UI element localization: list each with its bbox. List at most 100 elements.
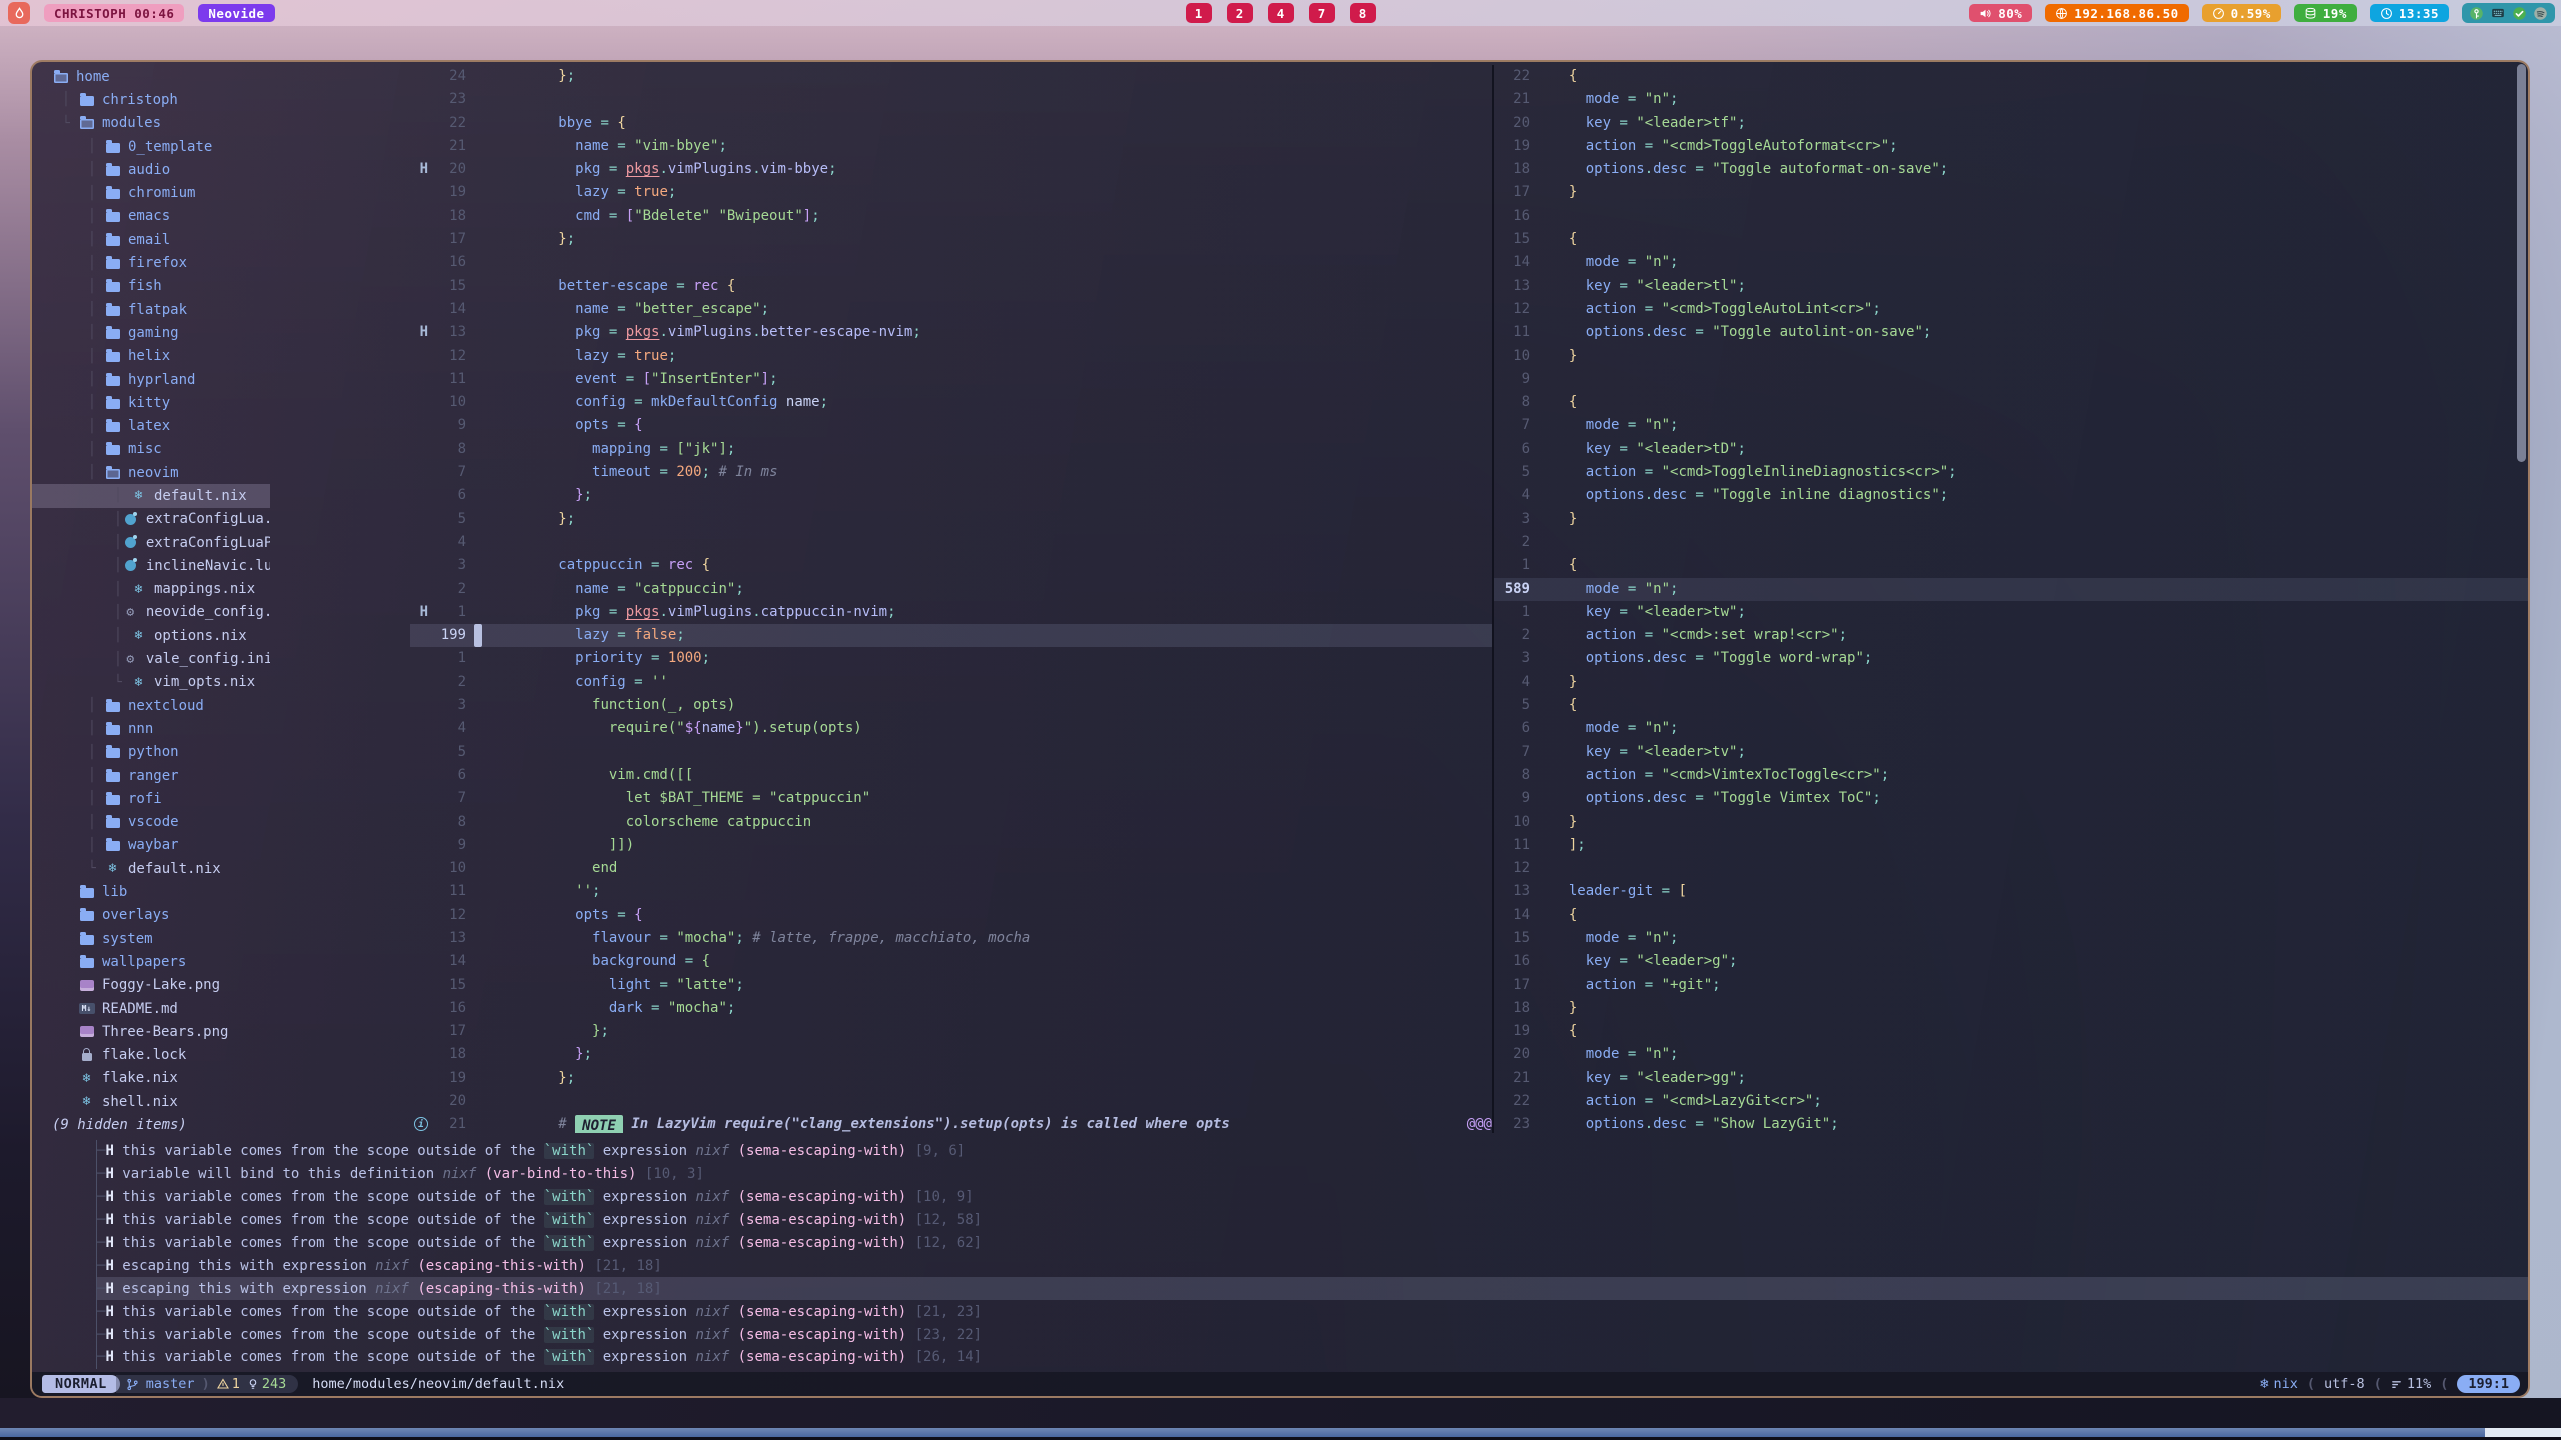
tree-item-options.nix[interactable]: │❄options.nix — [32, 624, 270, 647]
tree-item-gaming[interactable]: │gaming — [32, 321, 270, 344]
tree-item-firefox[interactable]: │firefox — [32, 251, 270, 274]
workspace-button-7[interactable]: 7 — [1309, 3, 1335, 23]
diagnostic-warning-count[interactable]: 1 — [217, 1376, 240, 1392]
clock-pill[interactable]: 13:35 — [2370, 4, 2449, 22]
code-line[interactable]: 15 mode = "n"; — [1494, 927, 2528, 950]
code-line[interactable]: 11 ''; — [270, 880, 1492, 903]
diagnostic-row[interactable]: ─H this variable comes from the scope ou… — [97, 1186, 2528, 1209]
diagnostic-row[interactable]: ─H this variable comes from the scope ou… — [97, 1300, 2528, 1323]
code-line[interactable]: 14 name = "better_escape"; — [270, 298, 1492, 321]
code-line[interactable]: 11 event = ["InsertEnter"]; — [270, 368, 1492, 391]
code-line[interactable]: 20 mode = "n"; — [1494, 1043, 2528, 1066]
code-line[interactable]: 3 catppuccin = rec { — [270, 554, 1492, 577]
tree-item-email[interactable]: │email — [32, 228, 270, 251]
code-line[interactable]: 14 background = { — [270, 950, 1492, 973]
check-icon[interactable] — [2512, 6, 2527, 21]
code-line[interactable]: 7 timeout = 200; # In ms — [270, 461, 1492, 484]
scrollbar[interactable] — [2517, 64, 2526, 1134]
code-line[interactable]: 21 mode = "n"; — [1494, 88, 2528, 111]
tree-item-lib[interactable]: lib — [32, 880, 270, 903]
code-line[interactable]: 9 — [1494, 368, 2528, 391]
code-line[interactable]: 7 mode = "n"; — [1494, 414, 2528, 437]
code-line[interactable]: H13 pkg = pkgs.vimPlugins.better-escape-… — [270, 321, 1492, 344]
code-line[interactable]: 9 opts = { — [270, 414, 1492, 437]
code-line[interactable]: 11 ]; — [1494, 834, 2528, 857]
tree-item-waybar[interactable]: │waybar — [32, 834, 270, 857]
diagnostic-row[interactable]: ─H variable will bind to this definition… — [97, 1163, 2528, 1186]
tree-item-extraConfigLuaPost.lua[interactable]: │extraConfigLuaPost.lua — [32, 531, 270, 554]
code-line[interactable]: 16 dark = "mocha"; — [270, 997, 1492, 1020]
code-line[interactable]: 17 }; — [270, 1020, 1492, 1043]
globe-pill[interactable]: 192.168.86.50 — [2045, 4, 2188, 22]
code-line[interactable]: 2 config = '' — [270, 671, 1492, 694]
code-line[interactable]: 17 action = "+git"; — [1494, 974, 2528, 997]
code-line[interactable]: 17 } — [1494, 181, 2528, 204]
tree-item-ranger[interactable]: │ranger — [32, 764, 270, 787]
diagnostic-row[interactable]: ─H this variable comes from the scope ou… — [97, 1209, 2528, 1232]
code-line[interactable]: 22 action = "<cmd>LazyGit<cr>"; — [1494, 1090, 2528, 1113]
tree-item-hyprland[interactable]: │hyprland — [32, 368, 270, 391]
tree-item-README.md[interactable]: M↓README.md — [32, 997, 270, 1020]
tree-item-default.nix[interactable]: │❄default.nix — [32, 484, 270, 507]
tree-item-python[interactable]: │python — [32, 741, 270, 764]
tree-item-extraConfigLua.lua[interactable]: │extraConfigLua.lua — [32, 508, 270, 531]
code-line[interactable]: 13 key = "<leader>tl"; — [1494, 275, 2528, 298]
code-line[interactable]: 22 bbye = { — [270, 112, 1492, 135]
code-line[interactable]: 9 ]]) — [270, 834, 1492, 857]
editor-main-pane[interactable]: 24 };2322 bbye = {21 name = "vim-bbye";H… — [270, 65, 1492, 1133]
code-line[interactable]: 11 options.desc = "Toggle autolint-on-sa… — [1494, 321, 2528, 344]
code-line[interactable]: 20 — [270, 1090, 1492, 1113]
code-line[interactable]: 10 config = mkDefaultConfig name; — [270, 391, 1492, 414]
code-line[interactable]: 4 require("${name}").setup(opts) — [270, 717, 1492, 740]
code-line[interactable]: 19 { — [1494, 1020, 2528, 1043]
code-line[interactable]: 23 — [270, 88, 1492, 111]
volume-pill[interactable]: 80% — [1969, 4, 2032, 22]
code-line[interactable]: 7 key = "<leader>tv"; — [1494, 741, 2528, 764]
code-line[interactable]: 16 — [270, 251, 1492, 274]
code-line[interactable]: 10 } — [1494, 811, 2528, 834]
diagnostic-row[interactable]: ─H this variable comes from the scope ou… — [97, 1232, 2528, 1255]
code-line[interactable]: 8 { — [1494, 391, 2528, 414]
tree-item-inclineNavic.lua[interactable]: │inclineNavic.lua — [32, 554, 270, 577]
tree-item-modules[interactable]: └modules — [32, 112, 270, 135]
code-line[interactable]: 18 }; — [270, 1043, 1492, 1066]
code-line[interactable]: 4 } — [1494, 671, 2528, 694]
tree-item-audio[interactable]: │audio — [32, 158, 270, 181]
code-line[interactable]: 16 key = "<leader>g"; — [1494, 950, 2528, 973]
code-line[interactable]: 589 mode = "n"; — [1494, 578, 2528, 601]
workspace-button-4[interactable]: 4 — [1268, 3, 1294, 23]
code-line[interactable]: 24 }; — [270, 65, 1492, 88]
code-line[interactable]: 21 key = "<leader>gg"; — [1494, 1067, 2528, 1090]
code-line[interactable]: 3 function(_, opts) — [270, 694, 1492, 717]
code-line[interactable]: 2 — [1494, 531, 2528, 554]
tree-item-helix[interactable]: │helix — [32, 345, 270, 368]
tree-item-vim_opts.nix[interactable]: └❄vim_opts.nix — [32, 671, 270, 694]
code-line[interactable]: H20 pkg = pkgs.vimPlugins.vim-bbye; — [270, 158, 1492, 181]
code-line[interactable]: 14 { — [1494, 904, 2528, 927]
code-line[interactable]: 12 lazy = true; — [270, 345, 1492, 368]
code-line[interactable]: 19 action = "<cmd>ToggleAutoformat<cr>"; — [1494, 135, 2528, 158]
code-line[interactable]: 10 } — [1494, 345, 2528, 368]
code-line[interactable]: 8 colorscheme catppuccin — [270, 811, 1492, 834]
diagnostic-hint-count[interactable]: 243 — [247, 1376, 286, 1392]
code-line[interactable]: 21 name = "vim-bbye"; — [270, 135, 1492, 158]
code-line[interactable]: 4 — [270, 531, 1492, 554]
tree-item-Three-Bears.png[interactable]: Three-Bears.png — [32, 1020, 270, 1043]
scrollbar-thumb[interactable] — [2517, 64, 2526, 462]
tree-item-wallpapers[interactable]: wallpapers — [32, 950, 270, 973]
tree-item-0_template[interactable]: │0_template — [32, 135, 270, 158]
tree-item-vscode[interactable]: │vscode — [32, 811, 270, 834]
code-line[interactable]: 10 end — [270, 857, 1492, 880]
code-line[interactable]: 18 cmd = ["Bdelete" "Bwipeout"]; — [270, 205, 1492, 228]
code-line[interactable]: 8 action = "<cmd>VimtexTocToggle<cr>"; — [1494, 764, 2528, 787]
code-line[interactable]: 2 action = "<cmd>:set wrap!<cr>"; — [1494, 624, 2528, 647]
keyboard-icon[interactable] — [2490, 6, 2506, 20]
workspace-button-8[interactable]: 8 — [1350, 3, 1376, 23]
code-line[interactable]: 3 options.desc = "Toggle word-wrap"; — [1494, 647, 2528, 670]
tree-item-flake.lock[interactable]: flake.lock — [32, 1043, 270, 1066]
code-line[interactable]: 5 }; — [270, 508, 1492, 531]
tree-item-rofi[interactable]: │rofi — [32, 787, 270, 810]
code-line[interactable]: 3 } — [1494, 508, 2528, 531]
diagnostic-row[interactable]: ─H this variable comes from the scope ou… — [97, 1323, 2528, 1346]
tree-item-default.nix[interactable]: └❄default.nix — [32, 857, 270, 880]
